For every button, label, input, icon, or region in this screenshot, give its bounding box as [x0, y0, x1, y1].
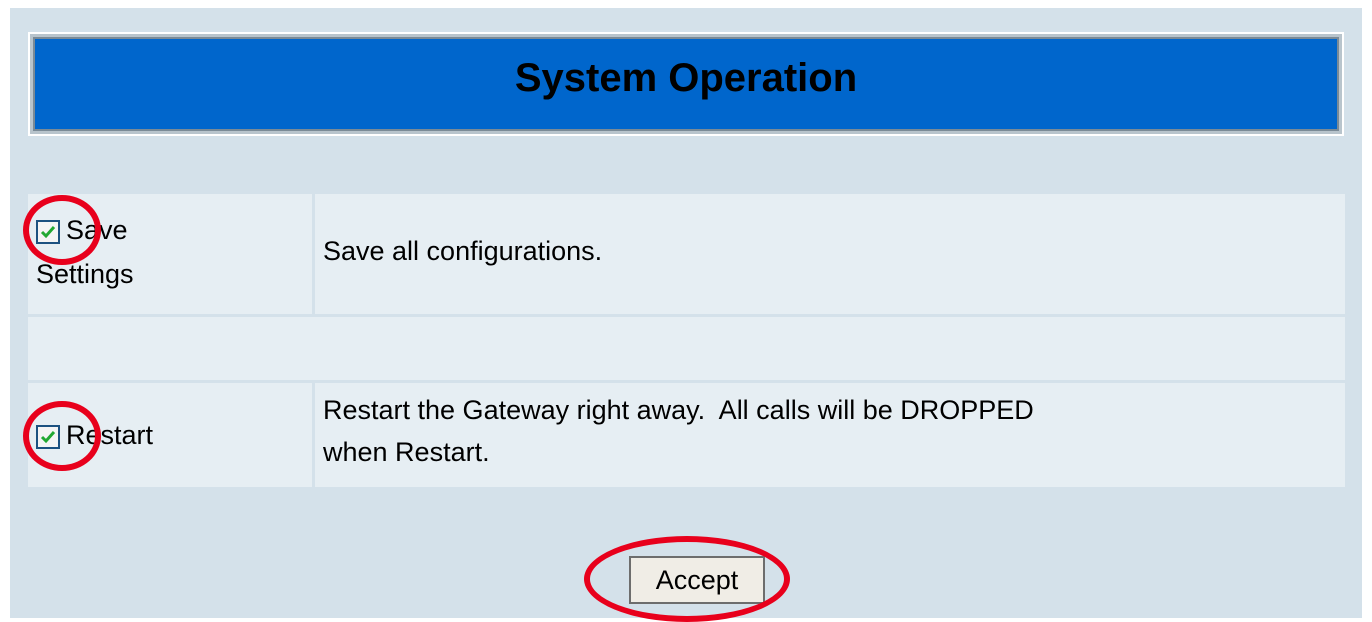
system-operation-page: System Operation Save Settings Save all … — [10, 8, 1362, 622]
check-icon — [40, 430, 56, 443]
check-icon — [40, 225, 56, 238]
save-settings-label-line2: Settings — [36, 259, 134, 289]
spacer-row — [28, 317, 1345, 380]
restart-description-line2: when Restart. — [323, 437, 490, 467]
save-settings-label-line1: Save — [66, 215, 128, 245]
title-bar: System Operation — [28, 32, 1344, 136]
restart-checkbox[interactable] — [36, 424, 60, 449]
save-settings-description: Save all configurations. — [323, 236, 603, 266]
page-title: System Operation — [514, 55, 858, 100]
save-settings-label-cell: Save Settings — [28, 194, 312, 314]
restart-label: Restart — [66, 420, 154, 450]
title-panel: System Operation — [33, 37, 1339, 131]
restart-description-cell: Restart the Gateway right away. All call… — [315, 383, 1345, 487]
accept-button[interactable]: Accept — [629, 556, 765, 604]
restart-label-cell: Restart — [28, 383, 312, 487]
restart-description-line1: Restart the Gateway right away. All call… — [323, 395, 1034, 425]
save-settings-description-cell: Save all configurations. — [315, 194, 1345, 314]
save-settings-checkbox[interactable] — [36, 219, 60, 244]
